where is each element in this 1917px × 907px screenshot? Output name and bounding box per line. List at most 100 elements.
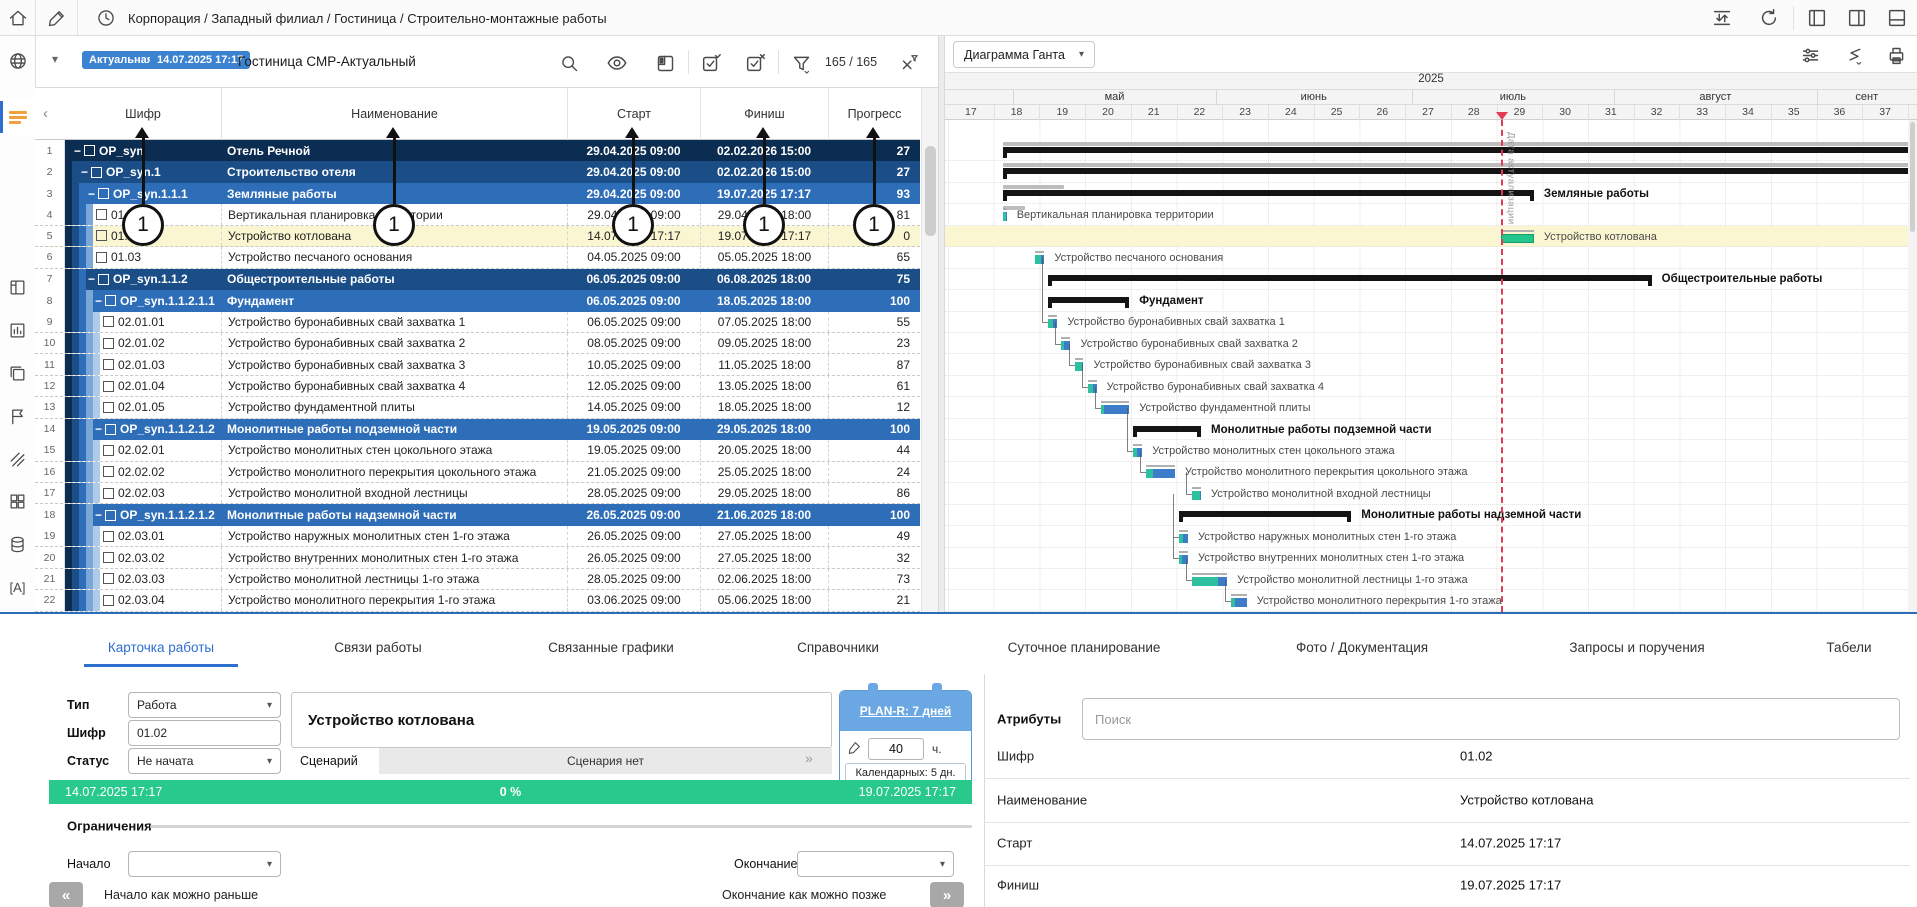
- row-checkbox[interactable]: [103, 402, 114, 413]
- table-row[interactable]: 1−OP_synОтель Речной29.04.2025 09:0002.0…: [35, 140, 920, 161]
- scrollbar-thumb[interactable]: [1910, 122, 1915, 232]
- row-checkbox[interactable]: [105, 510, 116, 521]
- table-row[interactable]: 1202.01.04Устройство буронабивных свай з…: [35, 376, 920, 397]
- tab-8[interactable]: Табели: [1826, 640, 1871, 655]
- table-row[interactable]: 1302.01.05Устройство фундаментной плиты1…: [35, 397, 920, 418]
- table-row[interactable]: 7−OP_syn.1.1.2Общестроительные работы06.…: [35, 269, 920, 290]
- row-checkbox[interactable]: [103, 381, 114, 392]
- collapse-toggle[interactable]: −: [95, 422, 102, 436]
- row-checkbox[interactable]: [103, 445, 114, 456]
- tab-1[interactable]: Карточка работы: [108, 640, 214, 655]
- task-bar[interactable]: [1101, 401, 1130, 414]
- row-checkbox[interactable]: [98, 188, 109, 199]
- edit-button[interactable]: [36, 0, 78, 36]
- row-checkbox[interactable]: [91, 167, 102, 178]
- scenario-field[interactable]: Сценария нет: [379, 748, 832, 774]
- row-checkbox[interactable]: [103, 359, 114, 370]
- table-scrollbar[interactable]: [921, 88, 938, 612]
- summary-bar[interactable]: [1003, 147, 1917, 158]
- search-button[interactable]: [556, 50, 582, 76]
- table-row[interactable]: 18−OP_syn.1.1.2.1.2Монолитные работы над…: [35, 504, 920, 525]
- table-row[interactable]: 2102.03.03Устройство монолитной лестницы…: [35, 569, 920, 590]
- clear-filter-button[interactable]: [896, 50, 922, 76]
- table-row[interactable]: 1702.02.03Устройство монолитной входной …: [35, 483, 920, 504]
- rail-item-chart[interactable]: [0, 315, 35, 345]
- attributes-search-input[interactable]: [1082, 698, 1900, 740]
- rail-item-attributes[interactable]: [A]: [0, 572, 35, 602]
- constraint-end-select[interactable]: ▾: [797, 851, 954, 877]
- tab-2[interactable]: Связи работы: [334, 640, 421, 655]
- row-checkbox[interactable]: [98, 274, 109, 285]
- table-row[interactable]: 2002.03.02Устройство внутренних монолитн…: [35, 547, 920, 568]
- row-checkbox[interactable]: [103, 573, 114, 584]
- summary-bar[interactable]: [1133, 426, 1201, 437]
- table-row[interactable]: 1902.03.01Устройство наружных монолитных…: [35, 526, 920, 547]
- constraint-start-select[interactable]: ▾: [128, 851, 281, 877]
- layout-bottom-button[interactable]: [1880, 0, 1914, 36]
- row-checkbox[interactable]: [96, 209, 107, 220]
- layout-split-button[interactable]: [1840, 0, 1874, 36]
- task-bar[interactable]: [1501, 230, 1534, 243]
- summary-bar[interactable]: [1003, 168, 1917, 179]
- collapse-toggle[interactable]: −: [74, 144, 81, 158]
- table-row[interactable]: 501.02Устройство котлована14.07.2025 17:…: [35, 226, 920, 247]
- collapse-toggle[interactable]: −: [95, 294, 102, 308]
- tab-7[interactable]: Запросы и поручения: [1569, 640, 1704, 655]
- table-row[interactable]: 1502.02.01Устройство монолитных стен цок…: [35, 440, 920, 461]
- summary-bar[interactable]: [1048, 297, 1129, 308]
- row-checkbox[interactable]: [105, 295, 116, 306]
- scenario-expand-icon[interactable]: »: [805, 750, 813, 766]
- collapse-toggle[interactable]: −: [81, 165, 88, 179]
- tab-3[interactable]: Связанные графики: [548, 640, 674, 655]
- table-row[interactable]: 2202.03.04Устройство монолитного перекры…: [35, 590, 920, 611]
- table-row[interactable]: 1102.01.03Устройство буронабивных свай з…: [35, 354, 920, 375]
- type-select[interactable]: Работа▾: [128, 692, 281, 718]
- collapse-toggle[interactable]: −: [88, 187, 95, 201]
- alap-button[interactable]: »: [930, 882, 964, 907]
- rail-item-hatch[interactable]: [0, 444, 35, 474]
- layout-left-button[interactable]: [1800, 0, 1834, 36]
- row-checkbox[interactable]: [105, 424, 116, 435]
- scrollbar-thumb[interactable]: [925, 146, 936, 236]
- collapse-toggle[interactable]: −: [95, 508, 102, 522]
- uncheck-all-button[interactable]: [742, 50, 768, 76]
- row-checkbox[interactable]: [103, 488, 114, 499]
- check-all-button[interactable]: [698, 50, 724, 76]
- table-row[interactable]: 902.01.01Устройство буронабивных свай за…: [35, 312, 920, 333]
- row-checkbox[interactable]: [103, 466, 114, 477]
- task-bar[interactable]: [1192, 573, 1227, 586]
- row-checkbox[interactable]: [103, 595, 114, 606]
- table-row[interactable]: 2−OP_syn.1Строительство отеля29.04.2025 …: [35, 161, 920, 182]
- gantt-settings-button[interactable]: [1797, 42, 1823, 68]
- tab-6[interactable]: Фото / Документация: [1296, 640, 1428, 655]
- hours-input[interactable]: 40: [868, 738, 924, 760]
- status-select[interactable]: Не начата▾: [128, 748, 281, 774]
- columns-layout-button[interactable]: [652, 50, 678, 76]
- rail-item-database[interactable]: [0, 529, 35, 559]
- tab-4[interactable]: Справочники: [797, 640, 879, 655]
- summary-bar[interactable]: [1048, 275, 1651, 286]
- row-checkbox[interactable]: [84, 145, 95, 156]
- row-checkbox[interactable]: [103, 531, 114, 542]
- table-row[interactable]: 401.01Вертикальная планировка территории…: [35, 204, 920, 225]
- table-row[interactable]: 3−OP_syn.1.1.1Земляные работы29.04.2025 …: [35, 183, 920, 204]
- gantt-scrollbar[interactable]: [1908, 120, 1917, 612]
- row-checkbox[interactable]: [103, 316, 114, 327]
- home-button[interactable]: [0, 0, 36, 36]
- table-row[interactable]: 8−OP_syn.1.1.2.1.1Фундамент06.05.2025 09…: [35, 290, 920, 311]
- gantt-view-selector[interactable]: Диаграмма Ганта ▾: [953, 41, 1095, 68]
- row-checkbox[interactable]: [96, 252, 107, 263]
- visibility-button[interactable]: [604, 50, 630, 76]
- asap-button[interactable]: «: [49, 882, 83, 907]
- rail-item-schedule-active[interactable]: [0, 98, 35, 136]
- table-row[interactable]: 14−OP_syn.1.1.2.1.2Монолитные работы под…: [35, 419, 920, 440]
- rail-item-copies[interactable]: [0, 358, 35, 388]
- tab-5[interactable]: Суточное планирование: [1008, 640, 1161, 655]
- rail-item-globe[interactable]: [0, 46, 35, 76]
- task-bar[interactable]: [1179, 530, 1188, 543]
- rail-item-modules[interactable]: [0, 486, 35, 516]
- row-checkbox[interactable]: [96, 230, 107, 241]
- task-bar[interactable]: [1146, 465, 1175, 478]
- summary-bar[interactable]: [1179, 511, 1351, 522]
- task-bar[interactable]: [1192, 487, 1201, 500]
